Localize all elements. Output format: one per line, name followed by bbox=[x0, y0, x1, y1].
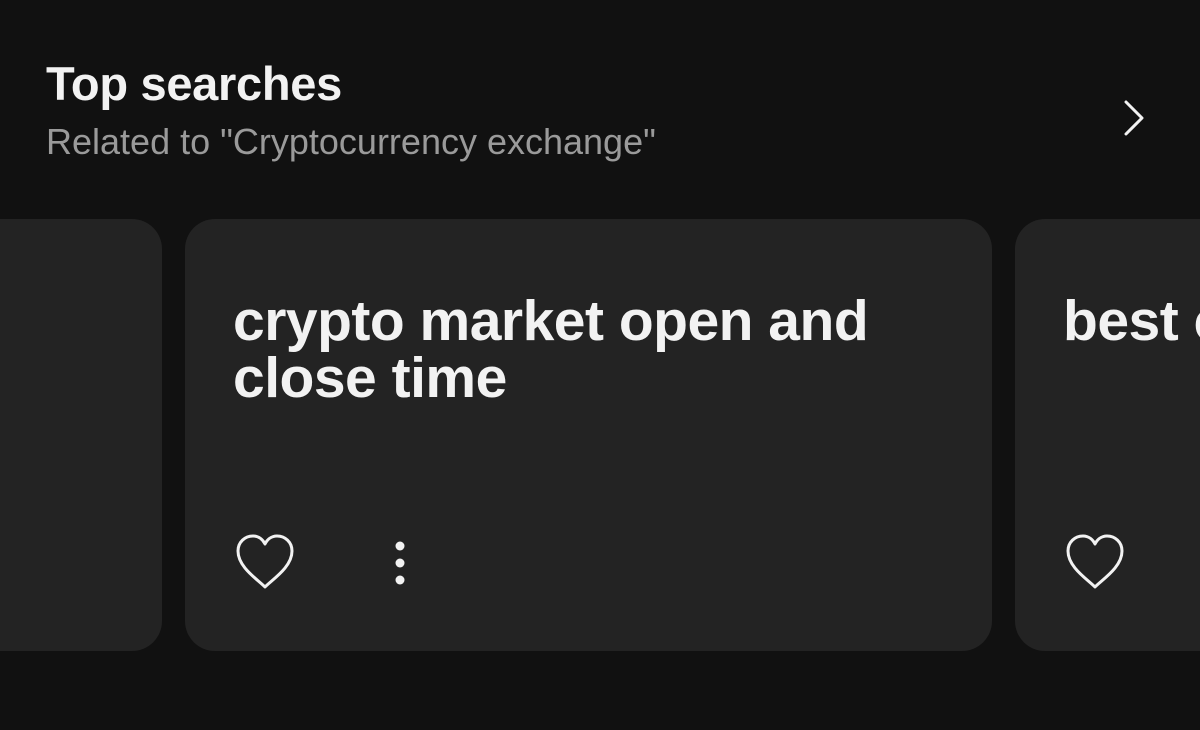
heart-outline-icon[interactable] bbox=[235, 533, 295, 591]
section-title: Top searches bbox=[46, 57, 342, 110]
search-card[interactable]: crypto market open and close time bbox=[185, 219, 992, 651]
section-header: Top searches Related to "Cryptocurrency … bbox=[46, 56, 656, 164]
search-card-text: best crypt bbox=[1063, 289, 1200, 353]
search-card[interactable] bbox=[0, 219, 162, 651]
search-card-text: crypto market open and close time bbox=[233, 289, 869, 410]
chevron-right-icon[interactable] bbox=[1112, 96, 1156, 140]
search-suggestions-carousel[interactable]: crypto market open and close time best c… bbox=[0, 219, 1200, 651]
section-subtitle: Related to "Cryptocurrency exchange" bbox=[46, 121, 656, 162]
heart-outline-icon[interactable] bbox=[1065, 533, 1125, 591]
vertical-ellipsis-icon[interactable] bbox=[385, 539, 415, 587]
search-card[interactable]: best crypt bbox=[1015, 219, 1200, 651]
